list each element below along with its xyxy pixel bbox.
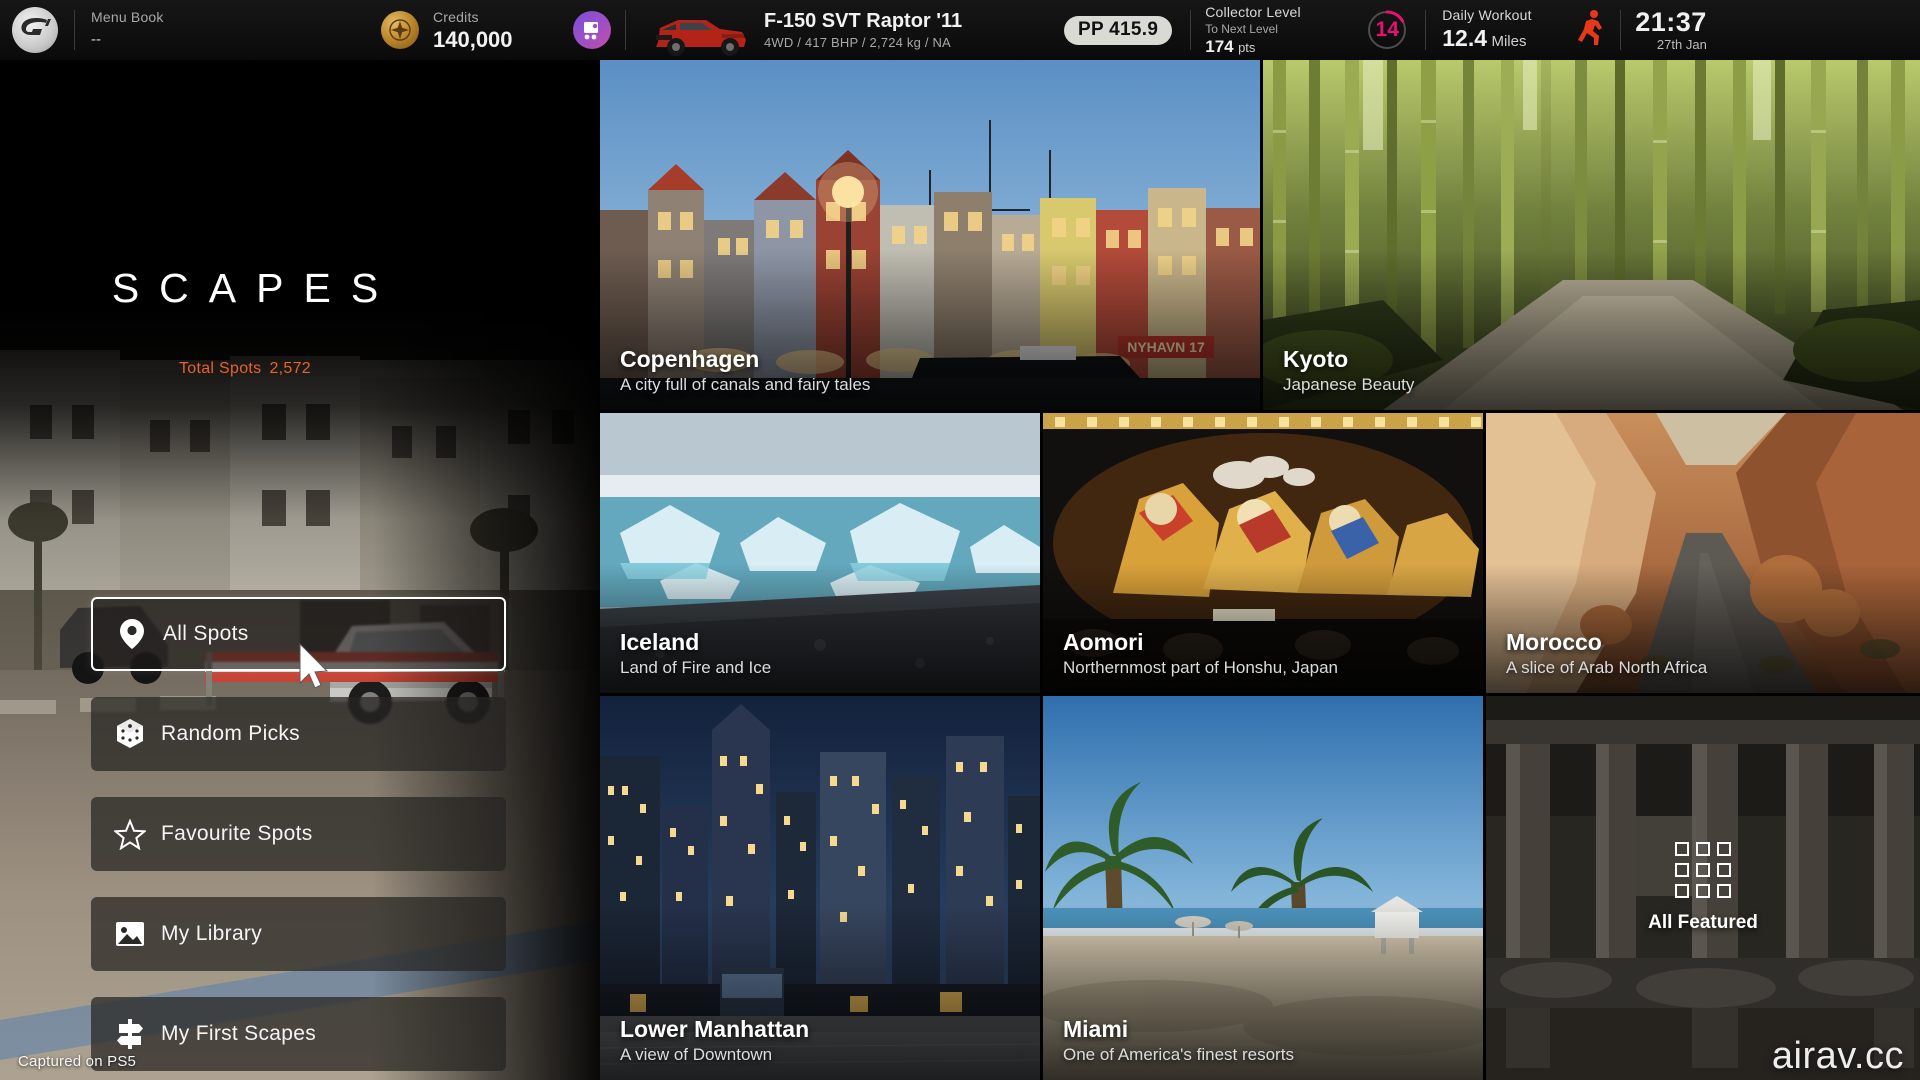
grid-divider (1483, 413, 1486, 693)
scape-caption: Lower Manhattan A view of Downtown (620, 1016, 809, 1066)
collector-points-unit: pts (1238, 40, 1255, 55)
collector-level-number: 14 (1365, 8, 1409, 52)
menu-item-random-picks[interactable]: Random Picks (91, 697, 506, 771)
all-featured-overlay[interactable]: All Featured (1486, 696, 1920, 1080)
menu-book-label: Menu Book (91, 8, 381, 27)
scape-title: Aomori (1063, 629, 1338, 656)
runner-icon (1576, 9, 1606, 52)
grid-divider (1260, 60, 1263, 410)
menu-book-block[interactable]: Menu Book -- (91, 7, 381, 53)
daily-workout-unit: Miles (1491, 33, 1526, 50)
divider (1620, 10, 1621, 50)
scapes-grid: NYHAVN 17 (600, 60, 1920, 1080)
scape-subtitle: A slice of Arab North Africa (1506, 656, 1707, 679)
page-title: SCAPES (0, 265, 490, 312)
collector-points: 174 (1205, 37, 1233, 56)
collector-level-block[interactable]: Collector Level To Next Level 174 pts (1205, 7, 1353, 53)
menu-item-label: My Library (161, 922, 262, 946)
scape-caption: Iceland Land of Fire and Ice (620, 629, 771, 679)
grid-divider (600, 410, 1920, 413)
scape-subtitle: Japanese Beauty (1283, 373, 1414, 396)
menu-item-label: All Spots (163, 622, 249, 646)
scape-subtitle: A city full of canals and fairy tales (620, 373, 870, 396)
scape-caption: Kyoto Japanese Beauty (1283, 346, 1414, 396)
scape-caption: Miami One of America's finest resorts (1063, 1016, 1294, 1066)
scape-tile-miami[interactable]: Miami One of America's finest resorts (1043, 696, 1483, 1080)
scape-subtitle: A view of Downtown (620, 1043, 809, 1066)
signpost-icon (113, 1017, 147, 1051)
scape-title: Kyoto (1283, 346, 1414, 373)
showcase-icon[interactable] (573, 11, 611, 49)
scape-tile-all-featured[interactable]: All Featured (1486, 696, 1920, 1080)
all-featured-label: All Featured (1648, 912, 1758, 934)
scape-subtitle: Northernmost part of Honshu, Japan (1063, 656, 1338, 679)
divider (1190, 10, 1191, 50)
grid-squares-icon (1675, 842, 1731, 898)
scape-caption: Morocco A slice of Arab North Africa (1506, 629, 1707, 679)
clock-block: 21:37 27th Jan (1635, 8, 1721, 53)
scape-tile-kyoto[interactable]: Kyoto Japanese Beauty (1263, 60, 1920, 410)
mouse-cursor-icon (298, 643, 332, 696)
total-spots-value: 2,572 (269, 360, 311, 377)
menu-item-my-library[interactable]: My Library (91, 897, 506, 971)
total-spots-label: Total Spots (179, 360, 261, 377)
total-spots: Total Spots 2,572 (0, 360, 490, 378)
car-block[interactable]: F-150 SVT Raptor '11 4WD / 417 BHP / 2,7… (764, 7, 1064, 53)
credits-value: 140,000 (433, 27, 573, 52)
image-icon (113, 917, 147, 951)
grid-divider (600, 693, 1920, 696)
menu-item-label: My First Scapes (161, 1022, 316, 1046)
scape-title: Iceland (620, 629, 771, 656)
scape-caption: Aomori Northernmost part of Honshu, Japa… (1063, 629, 1338, 679)
grid-divider (1040, 413, 1043, 693)
collector-level-label: Collector Level (1205, 3, 1353, 22)
scape-tile-copenhagen[interactable]: NYHAVN 17 (600, 60, 1260, 410)
scape-title: Miami (1063, 1016, 1294, 1043)
scapes-screen: Menu Book -- Credits 140,000 (0, 0, 1920, 1080)
scape-title: Lower Manhattan (620, 1016, 809, 1043)
credits-coin-icon (381, 11, 419, 49)
menu-item-label: Random Picks (161, 722, 300, 746)
location-pin-icon (115, 617, 149, 651)
grid-divider (1040, 696, 1043, 1080)
scape-tile-lower-manhattan[interactable]: Lower Manhattan A view of Downtown (600, 696, 1040, 1080)
scape-subtitle: Land of Fire and Ice (620, 656, 771, 679)
gt-logo-icon[interactable] (12, 7, 58, 53)
credits-label: Credits (433, 8, 573, 27)
menu-item-favourite-spots[interactable]: Favourite Spots (91, 797, 506, 871)
credits-block: Credits 140,000 (433, 7, 573, 53)
daily-workout-value: 12.4 (1442, 25, 1487, 51)
daily-workout-label: Daily Workout (1442, 6, 1562, 25)
scape-subtitle: One of America's finest resorts (1063, 1043, 1294, 1066)
collector-next-level-label: To Next Level (1205, 22, 1353, 37)
menu-item-my-first-scapes[interactable]: My First Scapes (91, 997, 506, 1071)
top-status-bar: Menu Book -- Credits 140,000 (0, 0, 1920, 60)
grid-divider (1483, 696, 1486, 1080)
scape-tile-morocco[interactable]: Morocco A slice of Arab North Africa (1486, 413, 1920, 693)
scape-tile-aomori[interactable]: Aomori Northernmost part of Honshu, Japa… (1043, 413, 1483, 693)
star-icon (113, 817, 147, 851)
divider (625, 10, 626, 50)
pp-badge: PP 415.9 (1064, 16, 1172, 45)
scape-title: Copenhagen (620, 346, 870, 373)
clock-date: 27th Jan (1635, 37, 1707, 53)
daily-workout-block[interactable]: Daily Workout 12.4 Miles (1442, 7, 1562, 53)
menu-item-label: Favourite Spots (161, 822, 313, 846)
divider (74, 10, 75, 50)
dice-icon (113, 717, 147, 751)
divider (1425, 10, 1426, 50)
scape-tile-iceland[interactable]: Iceland Land of Fire and Ice (600, 413, 1040, 693)
watermark: airav.cc (1772, 1035, 1904, 1078)
car-name: F-150 SVT Raptor '11 (764, 9, 1064, 33)
car-specs: 4WD / 417 BHP / 2,724 kg / NA (764, 33, 1064, 52)
left-panel: SCAPES Total Spots 2,572 All Spots (0, 60, 600, 1080)
collector-level-ring: 14 (1365, 8, 1409, 52)
scape-title: Morocco (1506, 629, 1707, 656)
car-thumbnail-icon (638, 2, 758, 58)
clock-time: 21:37 (1635, 8, 1707, 37)
scape-caption: Copenhagen A city full of canals and fai… (620, 346, 870, 396)
captured-note: Captured on PS5 (18, 1053, 136, 1070)
menu-book-value: -- (91, 27, 381, 52)
